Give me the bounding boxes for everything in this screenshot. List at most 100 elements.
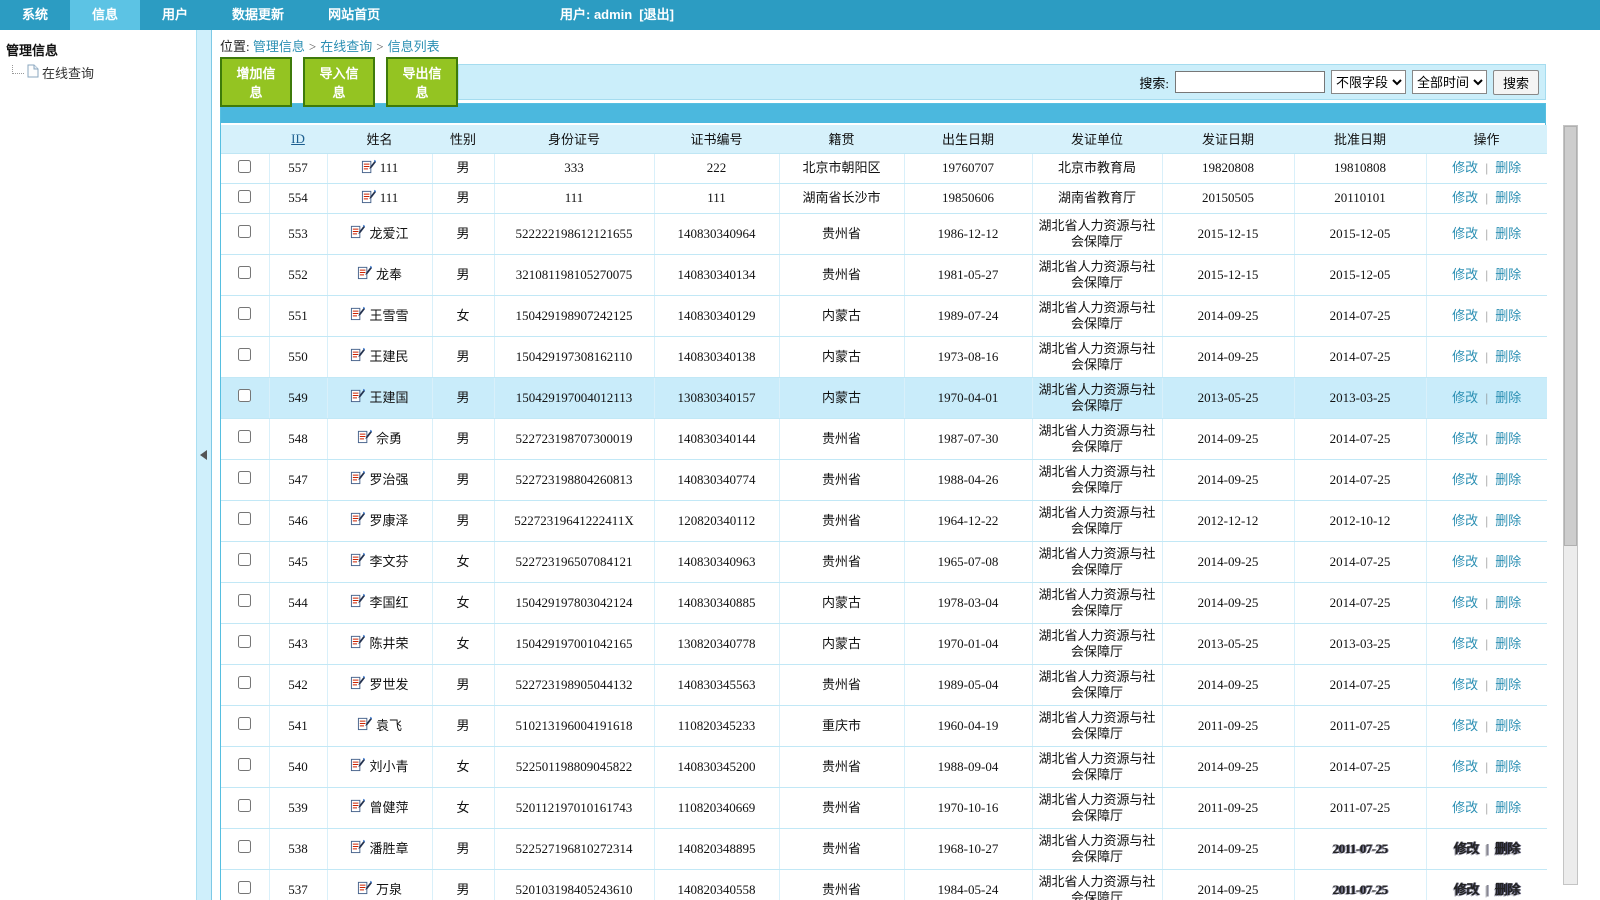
delete-link[interactable]: 删除 xyxy=(1495,226,1521,241)
tab-info[interactable]: 信息 xyxy=(70,0,140,30)
edit-note-icon[interactable] xyxy=(357,265,372,284)
delete-link[interactable]: 删除 xyxy=(1495,636,1521,651)
delete-link[interactable]: 删除 xyxy=(1495,308,1521,323)
cell-certno: 222 xyxy=(654,153,779,183)
edit-link[interactable]: 修改 xyxy=(1452,677,1478,692)
search-button[interactable]: 搜索 xyxy=(1493,70,1539,95)
edit-link[interactable]: 修改 xyxy=(1452,267,1478,282)
edit-note-icon[interactable] xyxy=(350,757,365,776)
row-checkbox[interactable] xyxy=(238,676,251,689)
search-input[interactable] xyxy=(1175,71,1325,93)
tab-site-home[interactable]: 网站首页 xyxy=(306,0,402,30)
row-checkbox[interactable] xyxy=(238,266,251,279)
row-checkbox[interactable] xyxy=(238,758,251,771)
edit-note-icon[interactable] xyxy=(350,634,365,653)
export-info-button[interactable]: 导出信息 xyxy=(386,57,458,107)
edit-note-icon[interactable] xyxy=(361,189,376,208)
collapse-left-arrow-icon[interactable] xyxy=(200,450,207,460)
edit-link[interactable]: 修改 xyxy=(1452,759,1478,774)
row-checkbox[interactable] xyxy=(238,389,251,402)
delete-link[interactable]: 删除 xyxy=(1495,431,1521,446)
scrollbar-thumb[interactable] xyxy=(1564,126,1577,546)
edit-link[interactable]: 修改 xyxy=(1452,472,1478,487)
delete-link[interactable]: 删除 xyxy=(1495,472,1521,487)
edit-link[interactable]: 修改 xyxy=(1452,718,1478,733)
delete-link[interactable]: 删除 xyxy=(1495,390,1521,405)
row-checkbox[interactable] xyxy=(238,471,251,484)
row-checkbox[interactable] xyxy=(238,717,251,730)
delete-link[interactable]: 删除 xyxy=(1495,160,1521,175)
row-checkbox[interactable] xyxy=(238,307,251,320)
edit-note-icon[interactable] xyxy=(350,839,365,858)
delete-link[interactable]: 删除 xyxy=(1495,554,1521,569)
edit-link[interactable]: 修改 xyxy=(1454,841,1479,856)
breadcrumb-link-manage-info[interactable]: 管理信息 xyxy=(253,39,305,54)
edit-note-icon[interactable] xyxy=(350,306,365,325)
row-checkbox[interactable] xyxy=(238,512,251,525)
edit-link[interactable]: 修改 xyxy=(1452,190,1478,205)
field-select[interactable]: 不限字段 xyxy=(1331,70,1406,94)
edit-note-icon[interactable] xyxy=(357,716,372,735)
row-checkbox[interactable] xyxy=(238,348,251,361)
breadcrumb-link-online-query[interactable]: 在线查询 xyxy=(320,39,372,54)
tab-users[interactable]: 用户 xyxy=(140,0,210,30)
delete-link[interactable]: 删除 xyxy=(1495,677,1521,692)
row-checkbox[interactable] xyxy=(238,553,251,566)
edit-note-icon[interactable] xyxy=(350,552,365,571)
edit-note-icon[interactable] xyxy=(350,470,365,489)
edit-link[interactable]: 修改 xyxy=(1452,636,1478,651)
delete-link[interactable]: 删除 xyxy=(1495,190,1521,205)
edit-link[interactable]: 修改 xyxy=(1452,595,1478,610)
delete-link[interactable]: 删除 xyxy=(1495,800,1521,815)
row-checkbox[interactable] xyxy=(238,225,251,238)
edit-note-icon[interactable] xyxy=(350,593,365,612)
row-checkbox[interactable] xyxy=(238,799,251,812)
delete-link[interactable]: 删除 xyxy=(1495,513,1521,528)
row-checkbox[interactable] xyxy=(238,881,251,894)
row-checkbox[interactable] xyxy=(238,840,251,853)
edit-link[interactable]: 修改 xyxy=(1452,226,1478,241)
edit-link[interactable]: 修改 xyxy=(1452,308,1478,323)
row-checkbox[interactable] xyxy=(238,190,251,203)
delete-link[interactable]: 删除 xyxy=(1495,882,1520,897)
row-checkbox[interactable] xyxy=(238,160,251,173)
row-checkbox[interactable] xyxy=(238,430,251,443)
edit-link[interactable]: 修改 xyxy=(1452,431,1478,446)
row-checkbox[interactable] xyxy=(238,635,251,648)
delete-link[interactable]: 删除 xyxy=(1495,267,1521,282)
delete-link[interactable]: 删除 xyxy=(1495,718,1521,733)
edit-note-icon[interactable] xyxy=(357,880,372,899)
sidebar-splitter[interactable] xyxy=(196,30,212,900)
edit-link[interactable]: 修改 xyxy=(1452,513,1478,528)
edit-note-icon[interactable] xyxy=(350,511,365,530)
edit-link[interactable]: 修改 xyxy=(1452,349,1478,364)
cell-issue-date: 2014-09-25 xyxy=(1162,869,1294,900)
edit-link[interactable]: 修改 xyxy=(1452,554,1478,569)
delete-link[interactable]: 删除 xyxy=(1495,841,1520,856)
edit-note-icon[interactable] xyxy=(357,429,372,448)
edit-note-icon[interactable] xyxy=(350,798,365,817)
edit-link[interactable]: 修改 xyxy=(1452,800,1478,815)
sidebar-item-online-query[interactable]: 在线查询 xyxy=(10,63,190,82)
edit-note-icon[interactable] xyxy=(350,675,365,694)
row-checkbox[interactable] xyxy=(238,594,251,607)
delete-link[interactable]: 删除 xyxy=(1495,759,1521,774)
edit-note-icon[interactable] xyxy=(350,347,365,366)
delete-link[interactable]: 删除 xyxy=(1495,595,1521,610)
edit-note-icon[interactable] xyxy=(361,159,376,178)
edit-link[interactable]: 修改 xyxy=(1454,882,1479,897)
edit-link[interactable]: 修改 xyxy=(1452,390,1478,405)
tab-system[interactable]: 系统 xyxy=(0,0,70,30)
logout-link[interactable]: [退出] xyxy=(639,0,674,30)
delete-link[interactable]: 删除 xyxy=(1495,349,1521,364)
edit-note-icon[interactable] xyxy=(350,388,365,407)
import-info-button[interactable]: 导入信息 xyxy=(303,57,375,107)
breadcrumb-link-info-list[interactable]: 信息列表 xyxy=(388,39,440,54)
edit-note-icon[interactable] xyxy=(350,224,365,243)
id-sort-link[interactable]: ID xyxy=(291,131,305,146)
vertical-scrollbar[interactable] xyxy=(1563,125,1578,885)
time-select[interactable]: 全部时间 xyxy=(1412,70,1487,94)
tab-data-update[interactable]: 数据更新 xyxy=(210,0,306,30)
edit-link[interactable]: 修改 xyxy=(1452,160,1478,175)
add-info-button[interactable]: 增加信息 xyxy=(220,57,292,107)
